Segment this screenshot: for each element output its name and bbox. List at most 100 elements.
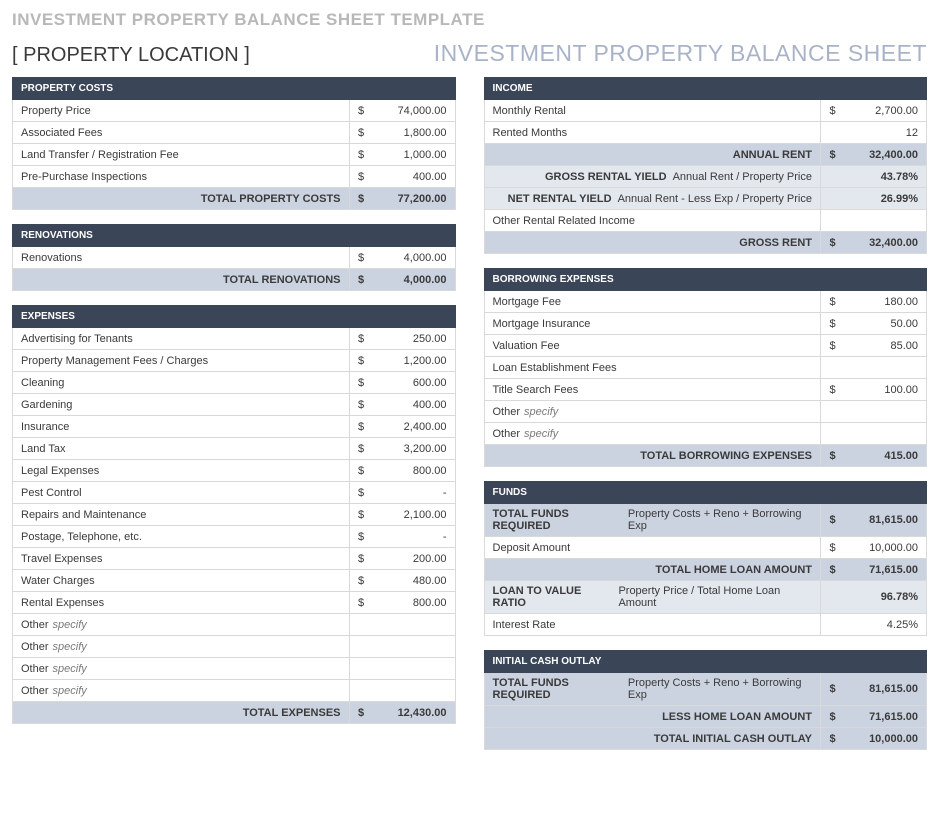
calc-row: GROSS RENTAL YIELDAnnual Rent / Property… [484,166,928,188]
row-label: Title Search Fees [493,384,579,396]
row-label: Other [21,663,49,675]
currency: $ [349,526,373,547]
data-row: Land Transfer / Registration Fee$1,000.0… [12,144,456,166]
specify-hint: specify [53,663,87,675]
row-value: 2,400.00 [373,416,455,437]
row-label: NET RENTAL YIELD [508,193,612,205]
currency [349,636,373,657]
data-row: Otherspecify [484,401,928,423]
section-header: FUNDS [484,481,928,504]
row-label: Monthly Rental [493,105,566,117]
currency [820,357,844,378]
total-label: TOTAL EXPENSES [243,707,341,719]
specify-hint: specify [53,641,87,653]
row-value: 50.00 [844,313,926,334]
data-row: Other Rental Related Income [484,210,928,232]
data-row: Interest Rate 4.25% [484,614,928,636]
section-income: INCOME Monthly Rental $ 2,700.00 Rented … [484,77,928,254]
section-header: EXPENSES [12,305,456,328]
row-value: 81,615.00 [844,504,926,536]
currency: $ [349,166,373,187]
row-label: Postage, Telephone, etc. [21,531,142,543]
row-value: 800.00 [373,592,455,613]
row-value: - [373,526,455,547]
currency: $ [820,673,844,705]
data-row: Travel Expenses$200.00 [12,548,456,570]
row-label: Other [21,685,49,697]
subtotal-row: GROSS RENT $ 32,400.00 [484,232,928,254]
currency: $ [349,122,373,143]
row-label: Insurance [21,421,69,433]
row-label: Other Rental Related Income [493,215,635,227]
calc-row: NET RENTAL YIELD Annual Rent - Less Exp /… [484,188,928,210]
currency [820,210,844,231]
currency [820,401,844,422]
row-label: Cleaning [21,377,64,389]
row-label: Other [493,428,521,440]
row-value: 4,000.00 [373,247,455,268]
row-label: Advertising for Tenants [21,333,133,345]
row-label: Property Management Fees / Charges [21,355,208,367]
row-value: 26.99% [820,188,926,209]
row-note: Property Costs + Reno + Borrowing Exp [628,677,812,701]
row-note: Annual Rent - Less Exp / Property Price [618,193,812,205]
row-label: Land Transfer / Registration Fee [21,149,179,161]
currency [349,658,373,679]
currency: $ [349,394,373,415]
left-column: PROPERTY COSTS Property Price$74,000.00A… [12,77,456,764]
row-label: GROSS RENT [739,237,812,249]
subtotal-row: TOTAL HOME LOAN AMOUNT $ 71,615.00 [484,559,928,581]
row-label: Repairs and Maintenance [21,509,146,521]
currency: $ [820,537,844,558]
currency: $ [820,706,844,727]
page-title: INVESTMENT PROPERTY BALANCE SHEET TEMPLA… [12,8,927,40]
currency: $ [820,445,844,466]
data-row: Renovations$4,000.00 [12,247,456,269]
row-value: 81,615.00 [844,673,926,705]
row-label: Legal Expenses [21,465,99,477]
row-label: TOTAL INITIAL CASH OUTLAY [654,733,812,745]
row-value: 3,200.00 [373,438,455,459]
total-value: 77,200.00 [373,188,455,209]
row-value: 800.00 [373,460,455,481]
row-value: 180.00 [844,291,926,312]
row-value: 85.00 [844,335,926,356]
specify-hint: specify [524,406,558,418]
row-label: TOTAL FUNDS REQUIRED [493,508,622,532]
subtotal-row: TOTAL FUNDS REQUIREDProperty Costs + Ren… [484,673,928,706]
data-row: Repairs and Maintenance$2,100.00 [12,504,456,526]
row-label: Other [493,406,521,418]
row-value: 1,800.00 [373,122,455,143]
data-row: Pest Control$- [12,482,456,504]
row-value: 32,400.00 [844,144,926,165]
row-label: Pre-Purchase Inspections [21,171,147,183]
total-label: TOTAL BORROWING EXPENSES [640,450,812,462]
section-header: INCOME [484,77,928,100]
currency: $ [820,232,844,253]
section-property-costs: PROPERTY COSTS Property Price$74,000.00A… [12,77,456,210]
row-value [844,423,926,444]
row-label: Mortgage Insurance [493,318,591,330]
section-header: RENOVATIONS [12,224,456,247]
currency [349,614,373,635]
currency: $ [349,247,373,268]
currency: $ [820,559,844,580]
data-row: Other specify [12,658,456,680]
subtotal-row: ANNUAL RENT $ 32,400.00 [484,144,928,166]
data-row: Postage, Telephone, etc. $- [12,526,456,548]
data-row: Rental Expenses$800.00 [12,592,456,614]
row-value [844,210,926,231]
two-column-layout: PROPERTY COSTS Property Price$74,000.00A… [12,77,927,764]
row-label: Other [21,619,49,631]
row-value: 10,000.00 [844,537,926,558]
data-row: Cleaning$600.00 [12,372,456,394]
currency: $ [349,350,373,371]
row-value: 32,400.00 [844,232,926,253]
total-row: TOTAL BORROWING EXPENSES $ 415.00 [484,445,928,467]
section-funds: FUNDS TOTAL FUNDS REQUIREDProperty Costs… [484,481,928,636]
currency: $ [349,144,373,165]
row-value: 250.00 [373,328,455,349]
row-label: Water Charges [21,575,95,587]
row-label: Pest Control [21,487,82,499]
row-value: 71,615.00 [844,559,926,580]
